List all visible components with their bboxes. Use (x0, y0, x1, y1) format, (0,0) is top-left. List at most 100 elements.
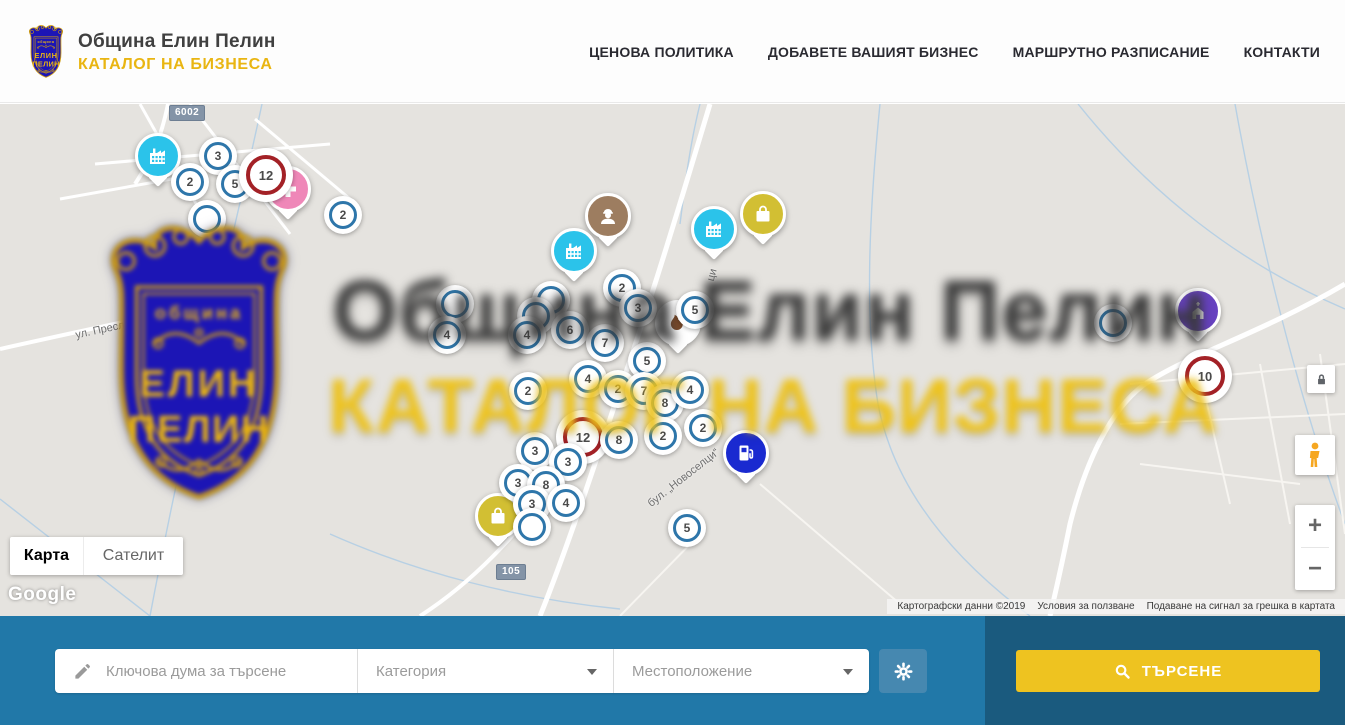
search-button-label: ТЪРСЕНЕ (1142, 663, 1223, 680)
cluster-count (518, 513, 546, 541)
shield-text-obshtina: община (37, 40, 54, 44)
report-map-error-link[interactable]: Подаване на сигнал за грешка в картата (1141, 601, 1341, 612)
cluster-marker[interactable]: 2 (644, 417, 682, 455)
chevron-down-icon (587, 669, 597, 675)
cluster-count (441, 290, 469, 318)
nav-route-schedule[interactable]: МАРШРУТНО РАЗПИСАНИЕ (1013, 44, 1210, 60)
terms-of-use-link[interactable]: Условия за ползване (1031, 601, 1140, 612)
cluster-count: 5 (673, 514, 701, 542)
site-title-block[interactable]: Община Елин Пелин КАТАЛОГ НА БИЗНЕСА (78, 31, 276, 74)
cluster-marker[interactable]: 7 (586, 324, 624, 362)
map-markers: 3251222354647542278421282333834510 (0, 104, 1345, 616)
shield-text-pelin: ПЕЛИН (32, 60, 59, 69)
page: община ЕЛИН ПЕЛИН Община Елин Пелин КАТА… (0, 0, 1345, 725)
bag-category-pin[interactable] (740, 191, 786, 237)
search-controls-group: Ключова дума за търсене Категория Местоп… (55, 649, 869, 693)
cluster-marker[interactable]: 3 (619, 289, 657, 327)
location-placeholder: Местоположение (632, 663, 752, 680)
cluster-marker[interactable]: 4 (508, 316, 546, 354)
map-type-switcher: Карта Сателит (10, 537, 183, 575)
nav-add-your-business[interactable]: ДОБАВЕТЕ ВАШИЯТ БИЗНЕС (768, 44, 979, 60)
lock-button[interactable] (1307, 365, 1335, 393)
worker-icon (596, 204, 620, 228)
keyword-search-input[interactable]: Ключова дума за търсене (55, 649, 357, 693)
zoom-in-button[interactable]: + (1295, 505, 1335, 547)
gear-icon (893, 661, 914, 682)
map-data-copyright: Картографски данни ©2019 (891, 601, 1031, 612)
cluster-count: 4 (676, 376, 704, 404)
cluster-count: 3 (521, 437, 549, 465)
map-canvas[interactable]: 6002105ул. Преславбул. „Новоселци“ци 325… (0, 104, 1345, 616)
zoom-control: + − (1295, 505, 1335, 590)
cluster-marker[interactable] (188, 200, 226, 238)
factory-category-pin[interactable] (551, 228, 597, 274)
cluster-marker[interactable]: 4 (428, 316, 466, 354)
nav-contacts[interactable]: КОНТАКТИ (1244, 44, 1320, 60)
cluster-count: 4 (433, 321, 461, 349)
shield-text-elin: ЕЛИН (35, 51, 58, 60)
category-placeholder: Категория (376, 663, 446, 680)
cluster-count (193, 205, 221, 233)
municipality-logo: община ЕЛИН ПЕЛИН (24, 23, 68, 80)
pegman-button[interactable] (1295, 435, 1335, 475)
church-category-pin[interactable] (1175, 288, 1221, 334)
category-select[interactable]: Категория (357, 649, 613, 693)
shopping-bag-icon (486, 504, 510, 528)
cluster-marker[interactable]: 5 (668, 509, 706, 547)
factory-icon (146, 144, 170, 168)
church-icon (1186, 299, 1210, 323)
cluster-count: 5 (681, 296, 709, 324)
cluster-count: 5 (633, 347, 661, 375)
keyword-placeholder: Ключова дума за търсене (106, 663, 286, 680)
header: община ЕЛИН ПЕЛИН Община Елин Пелин КАТА… (0, 0, 1345, 103)
cluster-count: 4 (552, 489, 580, 517)
map-type-map-button[interactable]: Карта (10, 537, 83, 575)
chevron-down-icon (843, 669, 853, 675)
cluster-count: 2 (514, 377, 542, 405)
main-nav: ЦЕНОВА ПОЛИТИКА ДОБАВЕТЕ ВАШИЯТ БИЗНЕС М… (589, 0, 1320, 103)
map-attribution: Картографски данни ©2019 Условия за полз… (887, 599, 1345, 614)
search-icon (1114, 663, 1131, 680)
cluster-marker[interactable]: 5 (676, 291, 714, 329)
cluster-marker[interactable]: 2 (509, 372, 547, 410)
map-type-satellite-button[interactable]: Сателит (83, 537, 183, 575)
cluster-marker[interactable] (1094, 304, 1132, 342)
site-title: Община Елин Пелин (78, 31, 276, 53)
cluster-marker[interactable]: 4 (671, 371, 709, 409)
cluster-count: 4 (574, 365, 602, 393)
cluster-marker[interactable]: 4 (547, 484, 585, 522)
cluster-count: 7 (591, 329, 619, 357)
cluster-count: 2 (176, 168, 204, 196)
factory-icon (562, 239, 586, 263)
cluster-marker[interactable]: 2 (324, 196, 362, 234)
factory-icon (702, 217, 726, 241)
cluster-count: 12 (246, 155, 286, 195)
cluster-count: 3 (624, 294, 652, 322)
shopping-bag-icon (751, 202, 775, 226)
cluster-count: 8 (605, 426, 633, 454)
fuel-pump-icon (734, 441, 758, 465)
cluster-count: 10 (1185, 356, 1225, 396)
cluster-marker[interactable]: 2 (171, 163, 209, 201)
search-button[interactable]: ТЪРСЕНЕ (1016, 650, 1320, 692)
cluster-count: 2 (689, 414, 717, 442)
search-bar: Ключова дума за търсене Категория Местоп… (0, 616, 1345, 725)
lock-icon (1314, 372, 1329, 387)
pegman-icon (1303, 441, 1327, 469)
advanced-settings-button[interactable] (879, 649, 927, 693)
site-subtitle: КАТАЛОГ НА БИЗНЕСА (78, 56, 276, 74)
cluster-marker[interactable]: 10 (1178, 349, 1232, 403)
location-select[interactable]: Местоположение (613, 649, 869, 693)
google-logo[interactable]: Google (8, 584, 76, 606)
cluster-marker[interactable] (513, 508, 551, 546)
cluster-marker[interactable]: 12 (239, 148, 293, 202)
cluster-marker[interactable]: 2 (684, 409, 722, 447)
factory-category-pin[interactable] (691, 206, 737, 252)
cluster-marker[interactable]: 8 (600, 421, 638, 459)
fuel-category-pin[interactable] (723, 430, 769, 476)
cluster-count: 2 (649, 422, 677, 450)
nav-pricing-policy[interactable]: ЦЕНОВА ПОЛИТИКА (589, 44, 734, 60)
cluster-marker[interactable]: 6 (551, 311, 589, 349)
pencil-icon (73, 662, 92, 681)
zoom-out-button[interactable]: − (1295, 548, 1335, 590)
